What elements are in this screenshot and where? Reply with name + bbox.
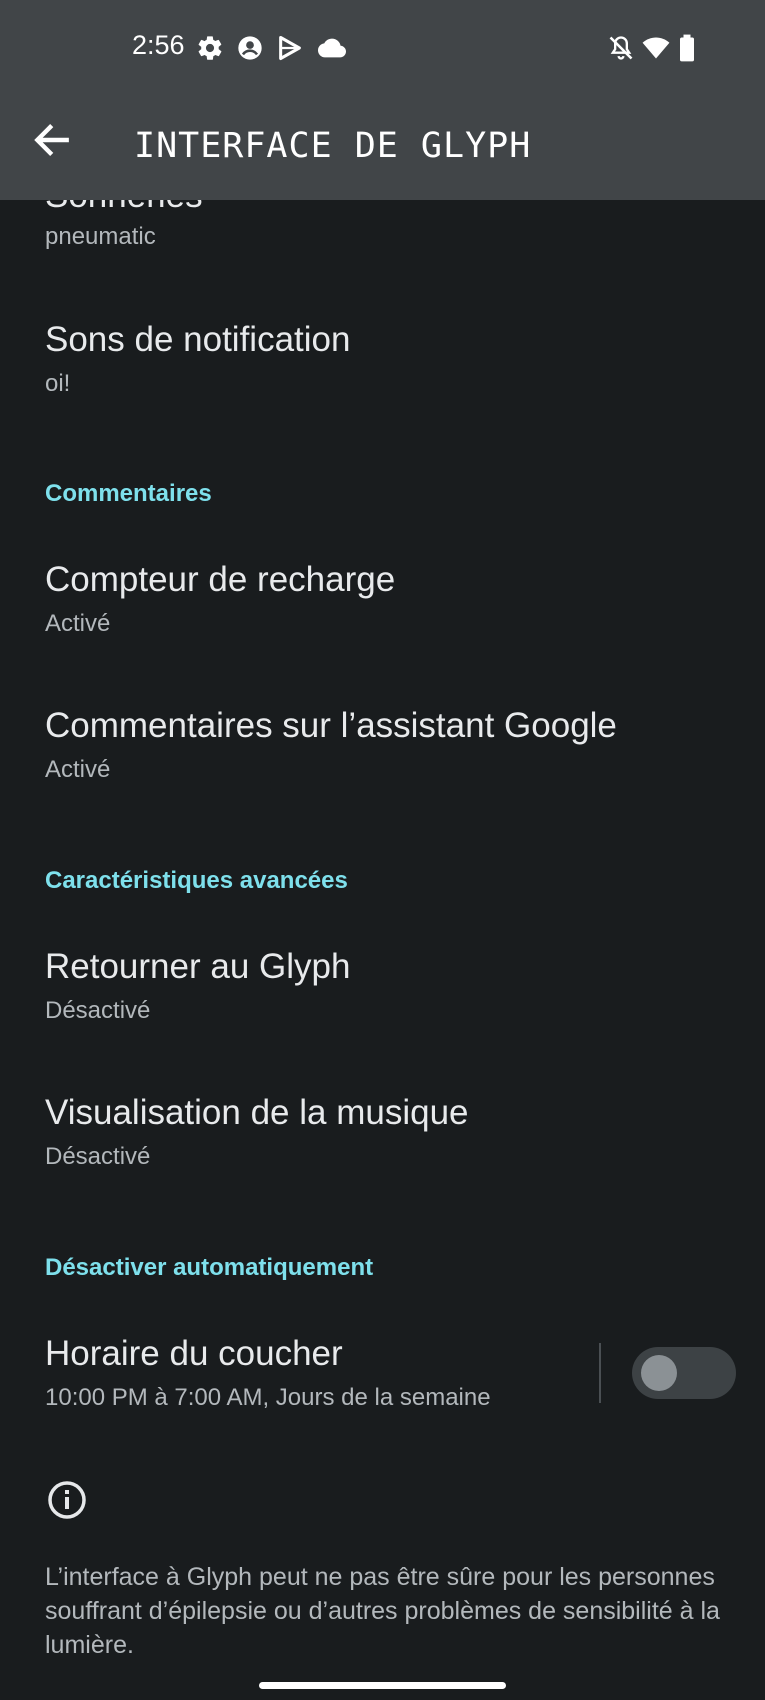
bedtime-schedule-item[interactable]: Horaire du coucher 10:00 PM à 7:00 AM, J…: [0, 1314, 590, 1444]
settings-icon: [196, 34, 224, 62]
back-button[interactable]: [30, 118, 74, 162]
home-indicator[interactable]: [259, 1682, 506, 1689]
item-title: Horaire du coucher: [45, 1334, 343, 1373]
cloud-icon: [318, 34, 346, 62]
toggle-knob: [641, 1355, 677, 1391]
item-title: Retourner au Glyph: [45, 947, 351, 986]
wifi-icon: [642, 34, 670, 62]
item-subtitle: pneumatic: [45, 223, 156, 250]
item-subtitle: 10:00 PM à 7:00 AM, Jours de la semaine: [45, 1384, 491, 1411]
google-assistant-feedback-item[interactable]: Commentaires sur l’assistant Google Acti…: [0, 686, 765, 816]
info-icon: [45, 1478, 89, 1522]
settings-list: Sonneries pneumatic Sons de notification…: [0, 0, 765, 1700]
item-divider: [599, 1343, 601, 1403]
battery-icon: [677, 34, 697, 62]
section-header-advanced: Caractéristiques avancées: [45, 867, 348, 894]
flip-to-glyph-item[interactable]: Retourner au Glyph Désactivé: [0, 927, 765, 1057]
section-header-feedback: Commentaires: [45, 480, 212, 507]
page-title: INTERFACE DE GLYPH: [134, 126, 532, 166]
play-icon: [276, 34, 304, 62]
status-bar: 2:56: [0, 0, 765, 96]
item-title: Visualisation de la musique: [45, 1093, 469, 1132]
app-bar: 2:56 INTERFACE DE GLYPH: [0, 0, 765, 200]
bedtime-toggle[interactable]: [632, 1347, 736, 1399]
status-time: 2:56: [132, 30, 185, 60]
item-subtitle: Activé: [45, 756, 111, 783]
notification-sounds-item[interactable]: Sons de notification oi!: [0, 290, 765, 420]
section-header-auto-off: Désactiver automatiquement: [45, 1254, 374, 1281]
item-title: Compteur de recharge: [45, 560, 396, 599]
notifications-off-icon: [607, 34, 635, 62]
music-visualization-item[interactable]: Visualisation de la musique Désactivé: [0, 1073, 765, 1203]
epilepsy-warning-text: L’interface à Glyph peut ne pas être sûr…: [45, 1563, 720, 1659]
arrow-back-icon: [34, 124, 69, 156]
item-subtitle: Activé: [45, 610, 111, 637]
item-subtitle: Désactivé: [45, 1143, 151, 1170]
account-icon: [236, 34, 264, 62]
charging-meter-item[interactable]: Compteur de recharge Activé: [0, 540, 765, 670]
item-subtitle: Désactivé: [45, 997, 151, 1024]
item-title: Sons de notification: [45, 320, 351, 359]
item-subtitle: oi!: [45, 370, 71, 397]
item-title: Commentaires sur l’assistant Google: [45, 706, 617, 745]
